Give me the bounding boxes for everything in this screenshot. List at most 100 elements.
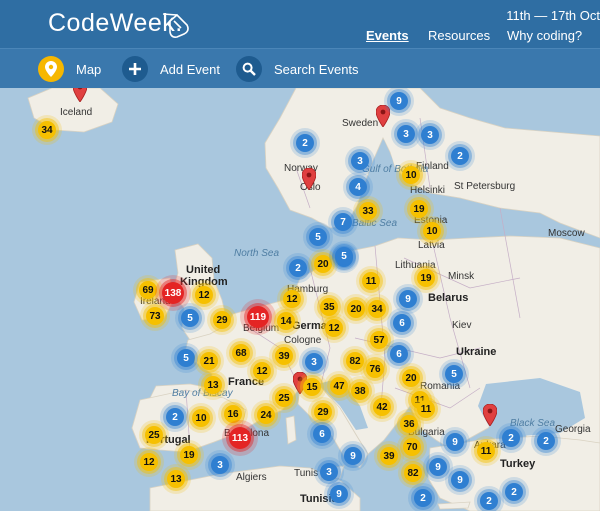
- map-marker-icon[interactable]: [302, 168, 316, 190]
- event-cluster-yellow[interactable]: 11: [362, 272, 380, 290]
- event-cluster-yellow[interactable]: 20: [314, 255, 332, 273]
- event-cluster-blue[interactable]: 2: [289, 259, 307, 277]
- event-cluster-yellow[interactable]: 15: [303, 378, 321, 396]
- map-button[interactable]: Map: [38, 55, 101, 83]
- event-cluster-blue[interactable]: 3: [320, 463, 338, 481]
- event-cluster-yellow[interactable]: 20: [402, 369, 420, 387]
- event-cluster-blue[interactable]: 2: [414, 489, 432, 507]
- event-cluster-blue[interactable]: 3: [211, 456, 229, 474]
- event-cluster-yellow[interactable]: 10: [192, 409, 210, 427]
- event-cluster-blue[interactable]: 5: [177, 349, 195, 367]
- event-cluster-blue[interactable]: 2: [296, 134, 314, 152]
- event-cluster-blue[interactable]: 9: [451, 471, 469, 489]
- event-cluster-yellow[interactable]: 19: [410, 200, 428, 218]
- event-cluster-red[interactable]: 113: [229, 427, 251, 449]
- mouse-cursor-icon: [162, 13, 189, 38]
- event-cluster-blue[interactable]: 5: [181, 309, 199, 327]
- event-cluster-blue[interactable]: 9: [344, 447, 362, 465]
- map-label: Tunis: [294, 468, 319, 479]
- map-label: North Sea: [234, 248, 280, 259]
- event-cluster-blue[interactable]: 7: [334, 213, 352, 231]
- event-cluster-yellow[interactable]: 36: [400, 415, 418, 433]
- event-cluster-yellow[interactable]: 21: [200, 352, 218, 370]
- event-cluster-yellow[interactable]: 11: [477, 442, 495, 460]
- toolbar: Map Add Event Search Events: [0, 48, 600, 88]
- event-cluster-blue[interactable]: 3: [351, 152, 369, 170]
- event-cluster-yellow[interactable]: 47: [330, 377, 348, 395]
- event-cluster-yellow[interactable]: 11: [417, 400, 435, 418]
- event-cluster-yellow[interactable]: 34: [38, 121, 56, 139]
- event-cluster-yellow[interactable]: 73: [146, 307, 164, 325]
- event-cluster-blue[interactable]: 5: [335, 247, 353, 265]
- event-cluster-yellow[interactable]: 10: [402, 166, 420, 184]
- event-cluster-blue[interactable]: 9: [446, 433, 464, 451]
- event-cluster-yellow[interactable]: 20: [347, 300, 365, 318]
- event-cluster-yellow[interactable]: 29: [314, 403, 332, 421]
- event-cluster-blue[interactable]: 6: [313, 425, 331, 443]
- map-label: Baltic Sea: [352, 218, 398, 229]
- event-cluster-blue[interactable]: 5: [309, 228, 327, 246]
- event-cluster-yellow[interactable]: 82: [404, 464, 422, 482]
- event-cluster-yellow[interactable]: 57: [370, 331, 388, 349]
- nav-events[interactable]: Events: [366, 28, 409, 43]
- event-cluster-blue[interactable]: 2: [480, 492, 498, 510]
- event-cluster-yellow[interactable]: 12: [325, 319, 343, 337]
- event-cluster-yellow[interactable]: 19: [417, 269, 435, 287]
- event-cluster-blue[interactable]: 2: [451, 147, 469, 165]
- event-cluster-yellow[interactable]: 16: [224, 405, 242, 423]
- event-cluster-blue[interactable]: 6: [393, 314, 411, 332]
- event-cluster-yellow[interactable]: 12: [195, 286, 213, 304]
- event-cluster-yellow[interactable]: 34: [368, 300, 386, 318]
- event-cluster-yellow[interactable]: 76: [366, 360, 384, 378]
- map-button-label: Map: [76, 61, 102, 77]
- event-cluster-blue[interactable]: 5: [445, 365, 463, 383]
- map-marker-icon[interactable]: [376, 105, 390, 127]
- event-cluster-blue[interactable]: 9: [330, 485, 348, 503]
- event-cluster-yellow[interactable]: 42: [373, 398, 391, 416]
- map-marker-icon[interactable]: [73, 88, 87, 102]
- event-cluster-yellow[interactable]: 12: [283, 290, 301, 308]
- event-cluster-yellow[interactable]: 13: [204, 376, 222, 394]
- event-cluster-yellow[interactable]: 10: [423, 222, 441, 240]
- nav-why-coding[interactable]: Why coding?: [507, 28, 582, 43]
- event-cluster-yellow[interactable]: 24: [257, 406, 275, 424]
- event-cluster-yellow[interactable]: 19: [180, 446, 198, 464]
- event-cluster-yellow[interactable]: 13: [167, 470, 185, 488]
- event-cluster-blue[interactable]: 6: [390, 345, 408, 363]
- event-cluster-blue[interactable]: 2: [537, 432, 555, 450]
- event-cluster-yellow[interactable]: 33: [359, 202, 377, 220]
- map-label: Turkey: [500, 458, 536, 470]
- event-cluster-blue[interactable]: 2: [502, 429, 520, 447]
- event-cluster-yellow[interactable]: 29: [213, 311, 231, 329]
- event-cluster-yellow[interactable]: 70: [403, 438, 421, 456]
- event-cluster-blue[interactable]: 3: [305, 353, 323, 371]
- add-event-button[interactable]: Add Event: [122, 55, 220, 83]
- nav-resources[interactable]: Resources: [428, 28, 490, 43]
- event-cluster-yellow[interactable]: 38: [351, 382, 369, 400]
- event-cluster-red[interactable]: 138: [162, 282, 184, 304]
- event-cluster-yellow[interactable]: 68: [232, 344, 250, 362]
- event-cluster-yellow[interactable]: 12: [140, 453, 158, 471]
- event-cluster-yellow[interactable]: 39: [275, 347, 293, 365]
- event-cluster-yellow[interactable]: 25: [275, 389, 293, 407]
- event-cluster-blue[interactable]: 3: [421, 126, 439, 144]
- event-cluster-yellow[interactable]: 14: [277, 312, 295, 330]
- map-label: Belarus: [428, 292, 469, 304]
- event-cluster-blue[interactable]: 9: [399, 290, 417, 308]
- event-cluster-red[interactable]: 119: [247, 306, 269, 328]
- event-cluster-blue[interactable]: 3: [397, 125, 415, 143]
- event-cluster-yellow[interactable]: 12: [253, 362, 271, 380]
- event-cluster-blue[interactable]: 4: [349, 178, 367, 196]
- map-marker-icon[interactable]: [483, 404, 497, 426]
- event-cluster-blue[interactable]: 2: [166, 408, 184, 426]
- event-cluster-blue[interactable]: 9: [429, 458, 447, 476]
- event-cluster-yellow[interactable]: 39: [380, 447, 398, 465]
- event-cluster-yellow[interactable]: 35: [320, 298, 338, 316]
- events-map[interactable]: Iceland Sweden Norway Finland Oslo Helsi…: [0, 88, 600, 511]
- event-cluster-blue[interactable]: 9: [390, 92, 408, 110]
- event-cluster-blue[interactable]: 2: [505, 483, 523, 501]
- search-events-button[interactable]: Search Events: [236, 55, 359, 83]
- event-cluster-yellow[interactable]: 69: [139, 281, 157, 299]
- event-cluster-yellow[interactable]: 82: [346, 352, 364, 370]
- event-cluster-yellow[interactable]: 25: [145, 426, 163, 444]
